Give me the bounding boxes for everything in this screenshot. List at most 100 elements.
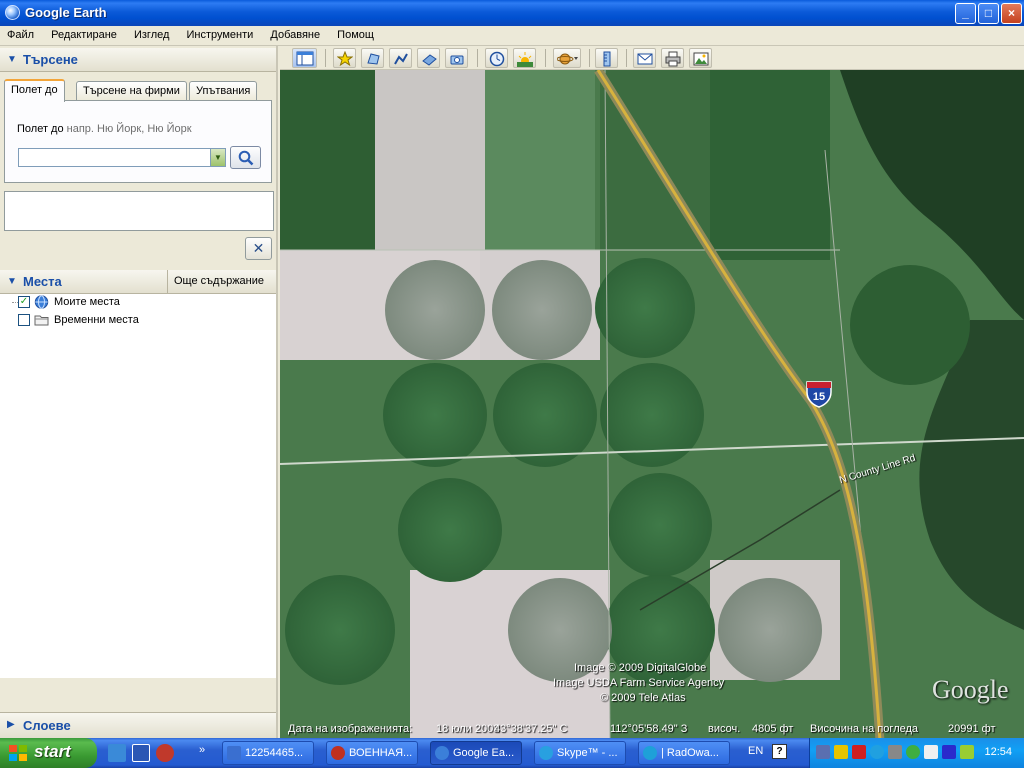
toolbar-separator (325, 49, 326, 67)
task-button[interactable]: Skype™ - ... (534, 741, 626, 765)
eye-altitude-label: Височина на погледа (810, 723, 919, 735)
network-icon[interactable] (816, 745, 830, 759)
task-button[interactable]: ВОЕННАЯ... (326, 741, 418, 765)
speaker-icon[interactable] (888, 745, 902, 759)
word-icon[interactable] (132, 744, 150, 762)
layers-panel-header[interactable]: ▶ Слоеве (0, 712, 276, 738)
window-title: Google Earth (25, 5, 107, 20)
menu-tools[interactable]: Инструменти (179, 26, 260, 41)
map-view[interactable]: 15 N County Line Rd Image © 2009 Digital… (280, 70, 1024, 741)
system-tray: 12:54 (809, 738, 1024, 768)
printer-icon (665, 51, 681, 67)
sidebar-toggle-button[interactable] (292, 48, 317, 68)
fly-to-text: Полет до (17, 123, 64, 135)
historical-imagery-button[interactable] (485, 48, 508, 68)
checkbox-checked[interactable]: ✓ (18, 296, 30, 308)
google-earth-icon (435, 746, 449, 760)
media-icon[interactable] (942, 745, 956, 759)
search-panel-title: Търсене (23, 52, 78, 67)
elevation-label: височ. (708, 723, 741, 735)
task-button[interactable]: 12254465... (222, 741, 314, 765)
start-button[interactable]: start (0, 738, 97, 768)
clock-icon (489, 51, 505, 67)
skype-tray-icon[interactable] (870, 745, 884, 759)
opera-icon[interactable] (156, 744, 174, 762)
toolbar-separator (626, 49, 627, 67)
route-number: 15 (813, 391, 825, 403)
search-button[interactable] (230, 146, 261, 169)
tab-fly-to[interactable]: Полет до (4, 79, 65, 102)
help-icon[interactable]: ? (772, 744, 787, 759)
language-indicator[interactable]: EN (748, 745, 763, 757)
imagery-credit: © 2009 Tele Atlas (600, 692, 686, 704)
ruler-button[interactable] (595, 48, 618, 68)
search-panel-header[interactable]: ▼ Търсене (0, 48, 276, 72)
satellite-imagery (280, 70, 1024, 741)
fly-to-example: напр. Ню Йорк, Ню Йорк (66, 123, 192, 135)
task-button[interactable]: | RadOwa... (638, 741, 730, 765)
close-button[interactable]: × (1001, 3, 1022, 24)
chevron-right-icon[interactable]: » (199, 744, 205, 756)
menu-view[interactable]: Изглед (127, 26, 176, 41)
menu-bar: Файл Редактиране Изглед Инструменти Доба… (0, 26, 1024, 46)
sidebar-icon (296, 51, 314, 66)
image-overlay-icon (422, 54, 437, 66)
polygon-icon (367, 53, 380, 65)
skype-icon (539, 746, 553, 760)
map-status-bar: Дата на изображенията: 18 юли 2003 43°38… (280, 720, 1024, 738)
start-label: start (34, 742, 71, 761)
device-icon[interactable] (924, 745, 938, 759)
task-label: | RadOwa... (661, 747, 719, 759)
shield-icon[interactable] (834, 745, 848, 759)
task-label: ВОЕННАЯ... (349, 747, 413, 759)
imagery-credit: Image USDA Farm Service Agency (553, 677, 725, 689)
clear-search-button[interactable]: ✕ (245, 237, 272, 260)
switch-sky-button[interactable] (553, 48, 581, 68)
tab-directions[interactable]: Упътвания (189, 81, 258, 101)
add-placemark-button[interactable] (333, 48, 356, 68)
task-button[interactable]: Google Ea... (430, 741, 522, 765)
title-bar: Google Earth _ □ × (0, 0, 1024, 26)
minimize-button[interactable]: _ (955, 3, 976, 24)
planet-icon (557, 53, 578, 65)
sidebar: ▼ Търсене Полет до Търсене на фирми Упът… (0, 46, 278, 741)
save-image-button[interactable] (689, 48, 712, 68)
menu-add[interactable]: Добавяне (263, 26, 327, 41)
fly-to-label: Полет до напр. Ню Йорк, Ню Йорк (17, 123, 192, 135)
program-icon[interactable] (906, 745, 920, 759)
sunlight-button[interactable] (513, 48, 536, 68)
places-panel-header[interactable]: ▼ Места Още съдържание (0, 270, 276, 294)
sunrise-icon (517, 52, 533, 67)
menu-edit[interactable]: Редактиране (44, 26, 124, 41)
eye-altitude: 20991 фт (948, 723, 996, 735)
tab-find-businesses[interactable]: Търсене на фирми (76, 81, 187, 101)
fly-to-input[interactable]: ▼ (18, 148, 226, 167)
quicklaunch-icon[interactable] (108, 744, 126, 762)
clock: 12:54 (984, 746, 1012, 758)
flag-icon[interactable] (852, 745, 866, 759)
expand-arrow-icon[interactable]: ▶ (7, 719, 15, 730)
print-button[interactable] (661, 48, 684, 68)
update-icon[interactable] (960, 745, 974, 759)
windows-flag-icon (9, 745, 27, 761)
places-panel-title: Места (23, 274, 62, 289)
camera-icon (450, 55, 464, 65)
toolbar-separator (477, 49, 478, 67)
menu-file[interactable]: Файл (0, 26, 41, 41)
menu-help[interactable]: Помощ (330, 26, 381, 41)
collapse-arrow-icon[interactable]: ▼ (7, 276, 17, 287)
dropdown-arrow-icon[interactable]: ▼ (210, 149, 225, 166)
add-polygon-button[interactable] (361, 48, 384, 68)
email-button[interactable] (633, 48, 656, 68)
ruler-icon (603, 51, 611, 67)
magnifier-icon (238, 150, 254, 166)
collapse-arrow-icon[interactable]: ▼ (7, 54, 17, 65)
folder-icon (34, 315, 49, 326)
more-content-button[interactable]: Още съдържание (167, 270, 275, 293)
path-icon (394, 53, 408, 65)
record-tour-button[interactable] (445, 48, 468, 68)
add-image-overlay-button[interactable] (417, 48, 440, 68)
add-path-button[interactable] (389, 48, 412, 68)
maximize-button[interactable]: □ (978, 3, 999, 24)
checkbox-unchecked[interactable] (18, 314, 30, 326)
